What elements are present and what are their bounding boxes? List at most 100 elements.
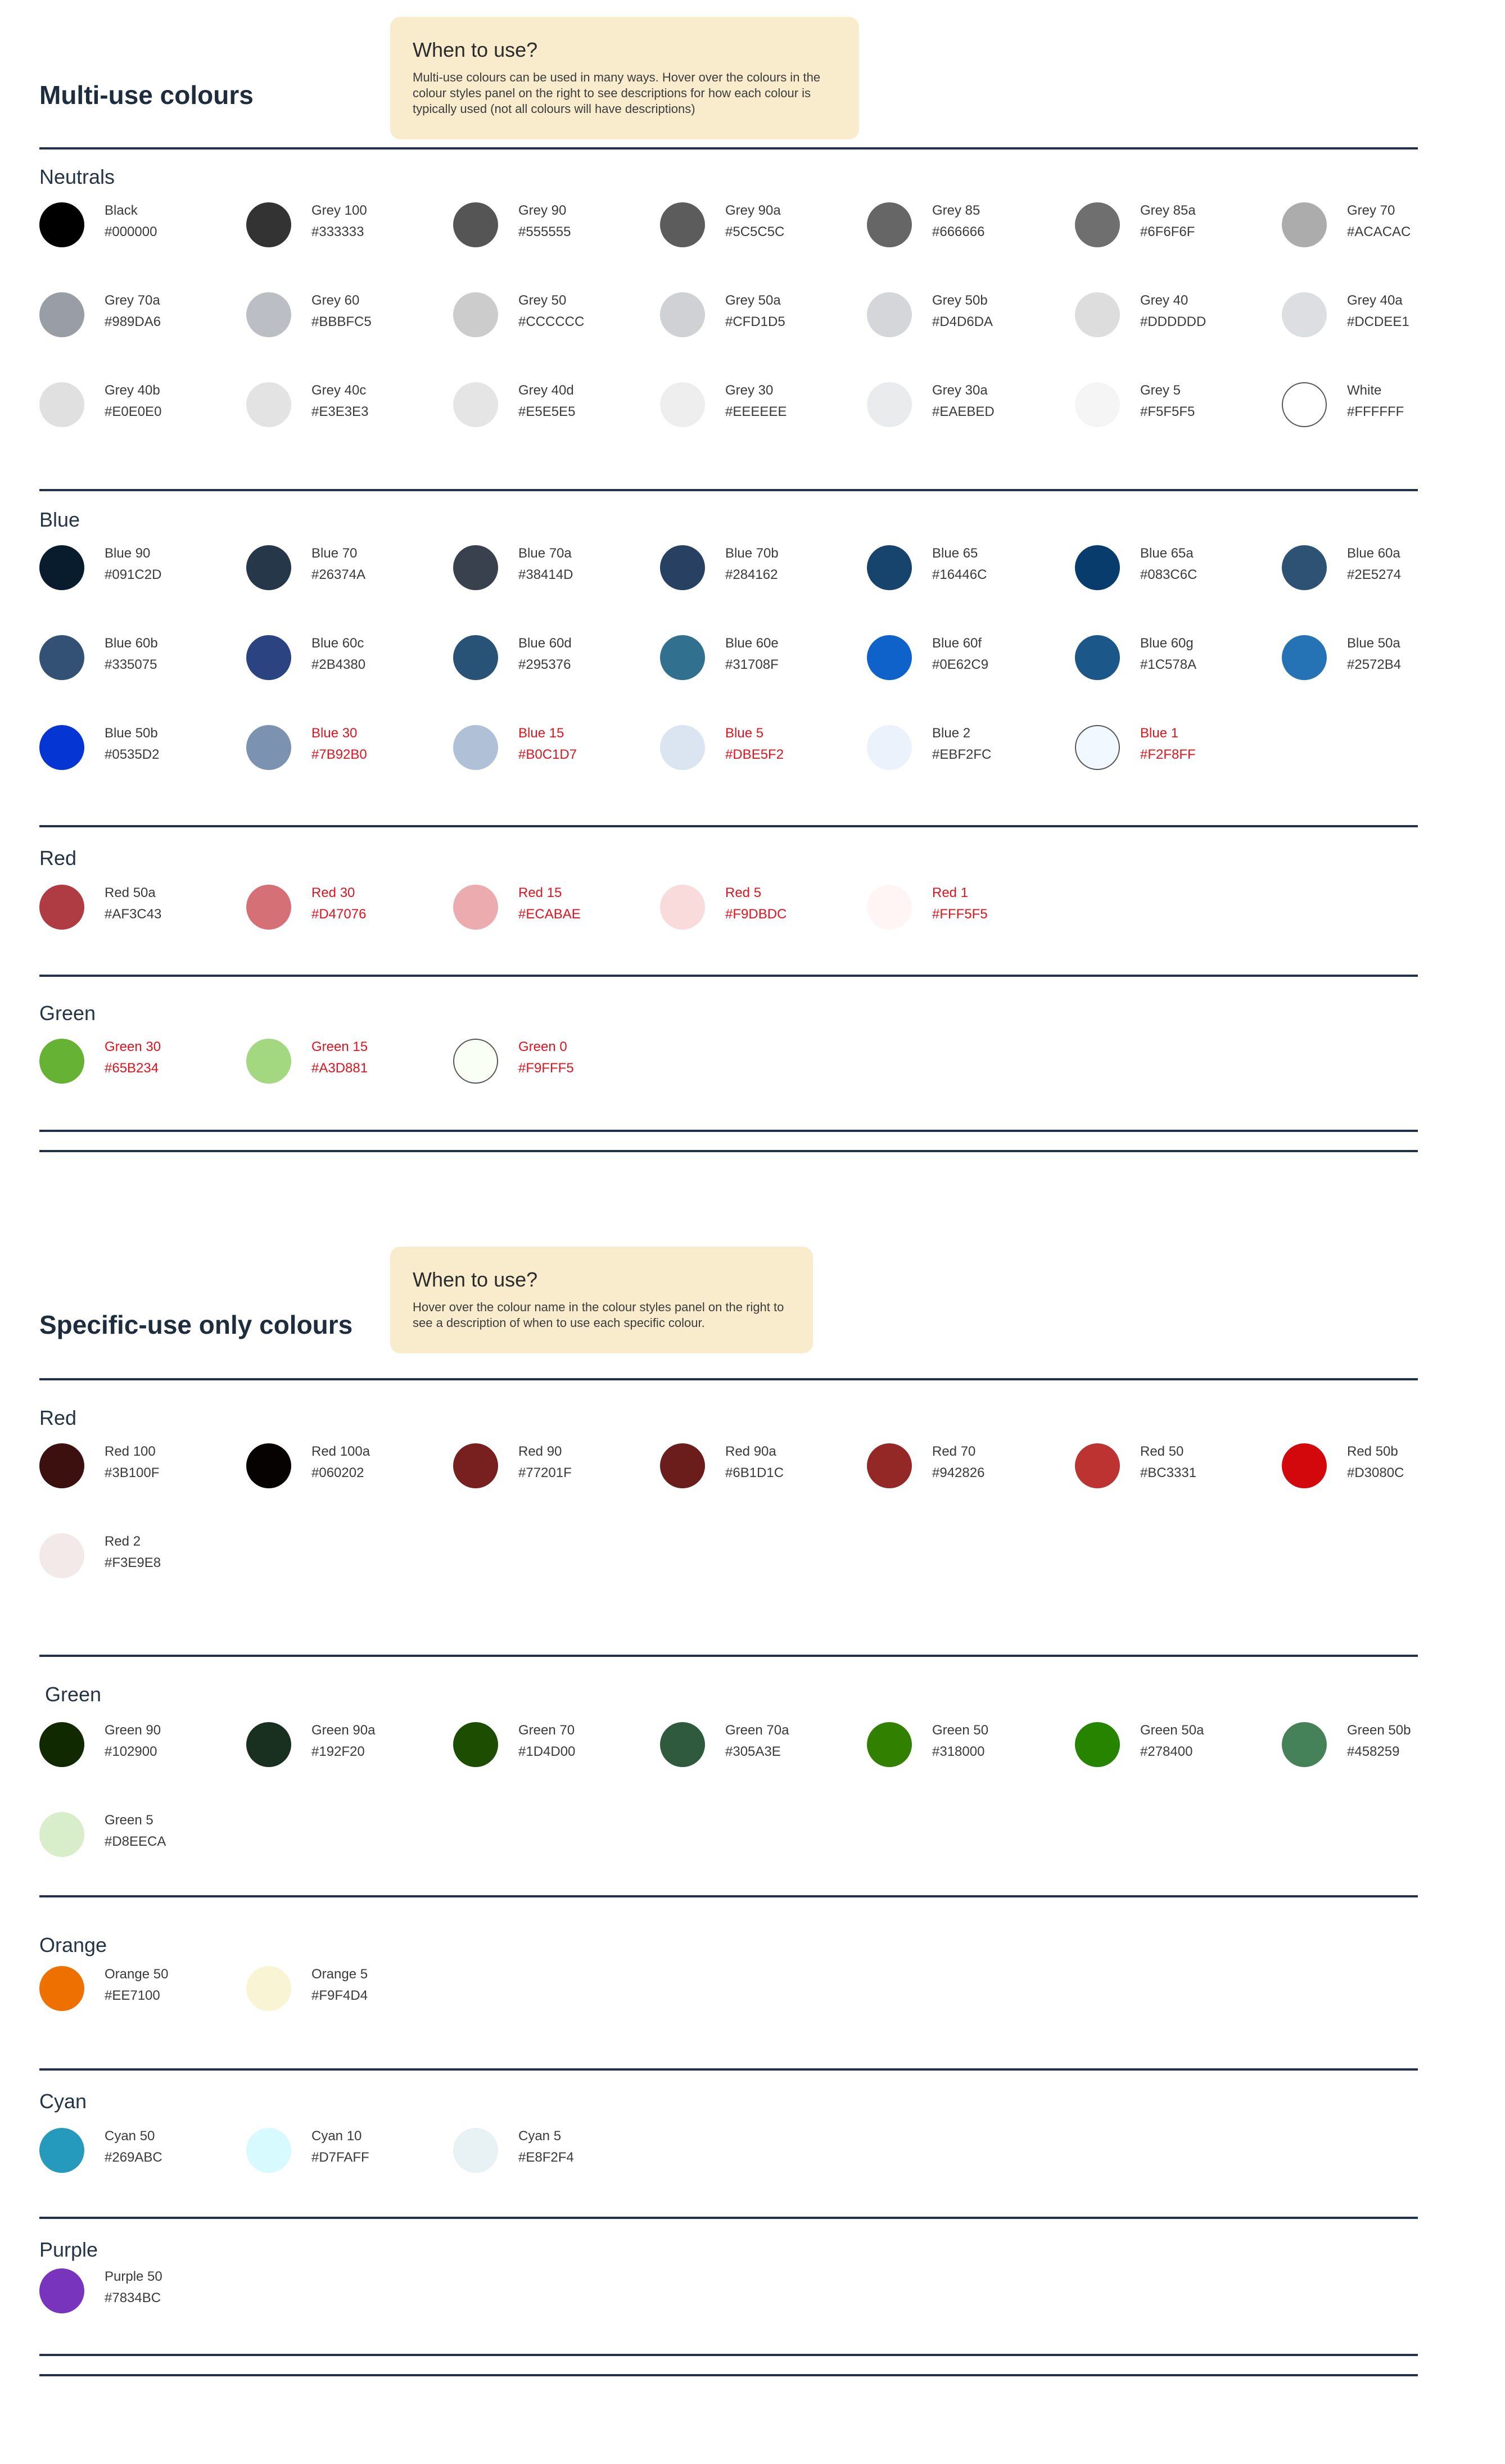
colour-dot bbox=[453, 2128, 498, 2173]
swatch-red-5: Red 5 #F9DBDC bbox=[660, 885, 840, 935]
colour-name: Green 90 bbox=[105, 1723, 161, 1738]
specific-use-note: When to use? Hover over the colour name … bbox=[390, 1247, 813, 1353]
swatch-grey-40: Grey 40 #DDDDDD bbox=[1075, 292, 1255, 343]
colour-hex: #D7FAFF bbox=[311, 2150, 369, 2165]
colour-name: Grey 40a bbox=[1347, 293, 1403, 308]
swatch-blue-1: Blue 1 #F2F8FF bbox=[1075, 725, 1255, 776]
swatch-blue-60a: Blue 60a #2E5274 bbox=[1282, 545, 1462, 596]
colour-dot bbox=[660, 635, 705, 680]
colour-hex: #F3E9E8 bbox=[105, 1555, 161, 1570]
swatch-blue-65: Blue 65 #16446C bbox=[867, 545, 1047, 596]
colour-hex: #278400 bbox=[1140, 1744, 1193, 1759]
swatch-grey-70: Grey 70 #ACACAC bbox=[1282, 202, 1462, 253]
swatch-grey-85a: Grey 85a #6F6F6F bbox=[1075, 202, 1255, 253]
colour-hex: #D4D6DA bbox=[932, 314, 993, 329]
colour-dot bbox=[1075, 635, 1120, 680]
swatch-blue-60e: Blue 60e #31708F bbox=[660, 635, 840, 686]
swatch-grey-50a: Grey 50a #CFD1D5 bbox=[660, 292, 840, 343]
colour-name: Blue 60e bbox=[725, 636, 779, 651]
colour-hex: #2E5274 bbox=[1347, 567, 1402, 582]
swatch-grey-50b: Grey 50b #D4D6DA bbox=[867, 292, 1047, 343]
divider bbox=[39, 1655, 1418, 1657]
colour-name: Red 100a bbox=[311, 1444, 370, 1459]
colour-hex: #2572B4 bbox=[1347, 657, 1402, 672]
colour-dot bbox=[660, 292, 705, 337]
colour-hex: #7B92B0 bbox=[311, 747, 367, 762]
colour-name: Blue 60f bbox=[932, 636, 982, 651]
colour-hex: #7834BC bbox=[105, 2290, 161, 2306]
colour-dot bbox=[867, 545, 912, 590]
colour-name: Orange 5 bbox=[311, 1967, 368, 1982]
colour-hex: #458259 bbox=[1347, 1744, 1400, 1759]
swatch-grey-60: Grey 60 #BBBFC5 bbox=[246, 292, 426, 343]
colour-dot bbox=[453, 885, 498, 930]
colour-hex: #083C6C bbox=[1140, 567, 1197, 582]
colour-name: Red 30 bbox=[311, 885, 355, 900]
colour-hex: #31708F bbox=[725, 657, 779, 672]
colour-hex: #D8EECA bbox=[105, 1834, 166, 1849]
colour-name: Red 2 bbox=[105, 1534, 141, 1549]
colour-name: Blue 60d bbox=[518, 636, 572, 651]
colour-name: Blue 65 bbox=[932, 546, 978, 561]
colour-hex: #000000 bbox=[105, 224, 157, 239]
swatch-red-100: Red 100 #3B100F bbox=[39, 1443, 219, 1494]
colour-dot bbox=[39, 1039, 84, 1084]
colour-dot bbox=[453, 1443, 498, 1488]
colour-hex: #269ABC bbox=[105, 2150, 162, 2165]
colour-hex: #5C5C5C bbox=[725, 224, 785, 239]
swatch-blue-60g: Blue 60g #1C578A bbox=[1075, 635, 1255, 686]
colour-hex: #060202 bbox=[311, 1465, 364, 1480]
colour-hex: #0535D2 bbox=[105, 747, 160, 762]
swatch-grey-90a: Grey 90a #5C5C5C bbox=[660, 202, 840, 253]
swatch-blue-60f: Blue 60f #0E62C9 bbox=[867, 635, 1047, 686]
colour-name: Blue 60g bbox=[1140, 636, 1194, 651]
swatch-black: Black #000000 bbox=[39, 202, 219, 253]
colour-dot bbox=[1282, 292, 1327, 337]
colour-hex: #555555 bbox=[518, 224, 571, 239]
colour-name: Grey 40 bbox=[1140, 293, 1188, 308]
colour-name: Grey 5 bbox=[1140, 383, 1181, 398]
colour-name: Green 50 bbox=[932, 1723, 989, 1738]
colour-dot bbox=[867, 292, 912, 337]
colour-dot bbox=[867, 382, 912, 427]
swatch-red-30: Red 30 #D47076 bbox=[246, 885, 426, 935]
colour-name: Grey 40c bbox=[311, 383, 367, 398]
swatch-grey-40b: Grey 40b #E0E0E0 bbox=[39, 382, 219, 433]
colour-palette-page: Multi-use colours When to use? Multi-use… bbox=[0, 0, 1505, 2464]
swatch-red-1: Red 1 #FFF5F5 bbox=[867, 885, 1047, 935]
swatch-red-50: Red 50 #BC3331 bbox=[1075, 1443, 1255, 1494]
colour-name: Green 90a bbox=[311, 1723, 376, 1738]
swatch-grey-70a: Grey 70a #989DA6 bbox=[39, 292, 219, 343]
swatch-grey-85: Grey 85 #666666 bbox=[867, 202, 1047, 253]
colour-hex: #F9FFF5 bbox=[518, 1061, 574, 1076]
colour-hex: #F9F4D4 bbox=[311, 1988, 368, 2003]
colour-dot bbox=[1282, 202, 1327, 247]
colour-hex: #1C578A bbox=[1140, 657, 1197, 672]
colour-dot bbox=[39, 202, 84, 247]
colour-name: Grey 40b bbox=[105, 383, 160, 398]
colour-name: Green 30 bbox=[105, 1039, 161, 1054]
colour-dot bbox=[1075, 1722, 1120, 1767]
swatch-blue-5: Blue 5 #DBE5F2 bbox=[660, 725, 840, 776]
swatch-grey-40c: Grey 40c #E3E3E3 bbox=[246, 382, 426, 433]
swatch-grey-40a: Grey 40a #DCDEE1 bbox=[1282, 292, 1462, 343]
colour-dot bbox=[867, 885, 912, 930]
colour-hex: #EE7100 bbox=[105, 1988, 160, 2003]
colour-name: Blue 60a bbox=[1347, 546, 1400, 561]
swatch-red-90: Red 90 #77201F bbox=[453, 1443, 633, 1494]
colour-hex: #2B4380 bbox=[311, 657, 366, 672]
colour-name: Red 90a bbox=[725, 1444, 776, 1459]
colour-hex: #295376 bbox=[518, 657, 571, 672]
colour-dot bbox=[246, 725, 291, 770]
swatch-red-50a: Red 50a #AF3C43 bbox=[39, 885, 219, 935]
swatch-green-5: Green 5 #D8EECA bbox=[39, 1812, 219, 1863]
divider bbox=[39, 1378, 1418, 1380]
colour-dot bbox=[867, 202, 912, 247]
colour-hex: #E8F2F4 bbox=[518, 2150, 574, 2165]
colour-name: Blue 70 bbox=[311, 546, 358, 561]
swatch-green-50b: Green 50b #458259 bbox=[1282, 1722, 1462, 1773]
swatch-cyan-50: Cyan 50 #269ABC bbox=[39, 2128, 219, 2178]
colour-dot bbox=[867, 1722, 912, 1767]
colour-dot bbox=[246, 1443, 291, 1488]
colour-hex: #284162 bbox=[725, 567, 778, 582]
